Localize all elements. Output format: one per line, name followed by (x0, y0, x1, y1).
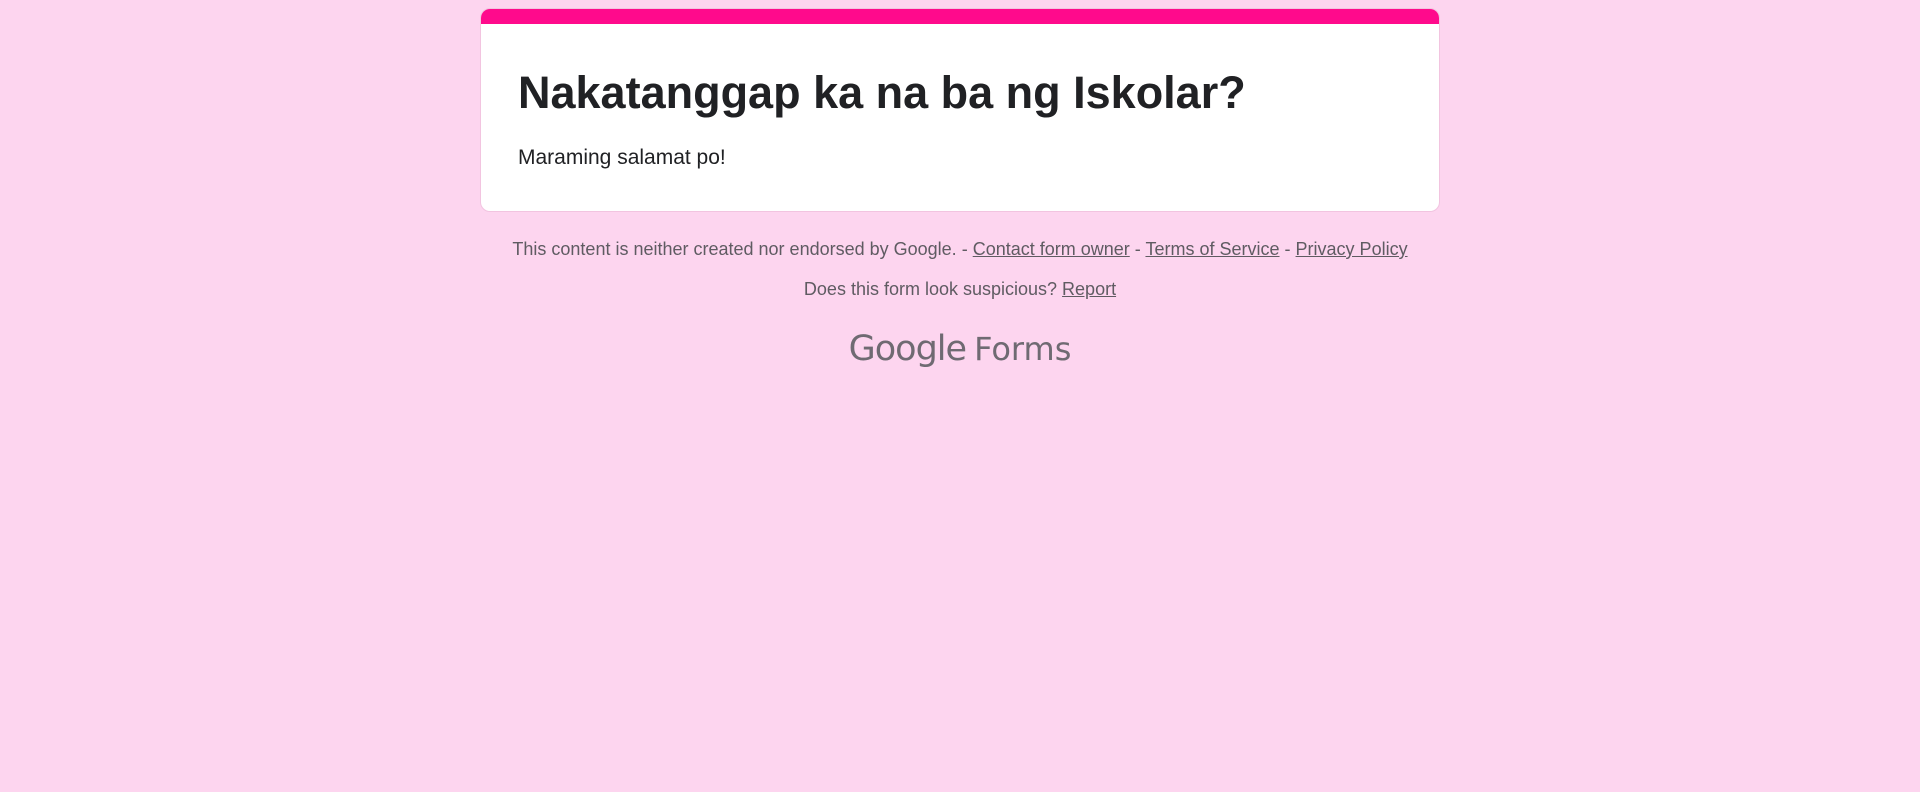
google-wordmark: Google (848, 329, 967, 369)
card-body: Nakatanggap ka na ba ng Iskolar? Maramin… (518, 65, 1415, 172)
suspicious-prompt: Does this form look suspicious? (803, 279, 1058, 299)
forms-wordmark: Forms (974, 330, 1072, 368)
footer-disclaimer: This content is neither created nor endo… (512, 239, 957, 259)
card-accent-bar (481, 9, 1439, 24)
confirmation-message: Maraming salamat po! (518, 146, 726, 169)
terms-of-service-link[interactable]: Terms of Service (1145, 239, 1279, 259)
google-forms-logo[interactable]: Google Forms (480, 331, 1440, 367)
contact-form-owner-link[interactable]: Contact form owner (973, 239, 1130, 259)
footer-report-line: Does this form look suspicious? Report (480, 276, 1440, 302)
form-card: Nakatanggap ka na ba ng Iskolar? Maramin… (480, 8, 1440, 212)
footer-separator: - (1134, 239, 1141, 259)
footer-separator: - (1284, 239, 1291, 259)
report-link[interactable]: Report (1062, 279, 1116, 299)
form-confirmation-page: Nakatanggap ka na ba ng Iskolar? Maramin… (480, 8, 1440, 367)
form-title: Nakatanggap ka na ba ng Iskolar? (518, 67, 1246, 118)
footer-separator: - (961, 239, 968, 259)
privacy-policy-link[interactable]: Privacy Policy (1296, 239, 1408, 259)
footer-disclaimer-line: This content is neither created nor endo… (480, 236, 1440, 262)
